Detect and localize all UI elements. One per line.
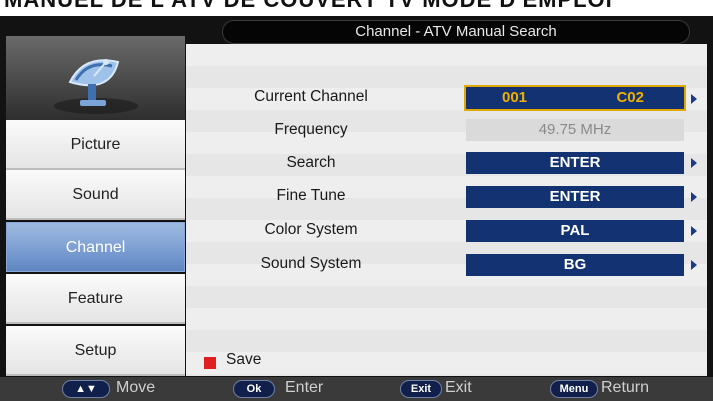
chevron-right-icon bbox=[691, 192, 697, 202]
settings-panel: Current Channel 001 C02 Frequency 49.75 … bbox=[186, 44, 707, 376]
chevron-right-icon bbox=[691, 94, 697, 104]
chevron-right-icon bbox=[691, 226, 697, 236]
frequency-label: Frequency bbox=[274, 121, 348, 138]
top-caption-strip: MANUEL DE L'ATV DE COUVERT TV MODE D'EMP… bbox=[0, 0, 713, 16]
sidebar-item-channel[interactable]: Channel bbox=[6, 222, 185, 272]
current-channel-label: Current Channel bbox=[254, 88, 368, 105]
menu-title: Channel - ATV Manual Search bbox=[222, 20, 690, 44]
channel-code: C02 bbox=[616, 89, 644, 106]
sidebar-item-setup[interactable]: Setup bbox=[6, 326, 185, 376]
chevron-right-icon bbox=[691, 158, 697, 168]
move-label: Move bbox=[116, 379, 156, 396]
search-label: Search bbox=[286, 154, 336, 171]
sidebar: Picture Sound Channel Feature Setup bbox=[6, 36, 185, 376]
enter-label: Enter bbox=[285, 379, 324, 396]
color-system-label: Color System bbox=[264, 221, 358, 238]
fine-tune-button[interactable]: ENTER bbox=[466, 186, 684, 208]
sidebar-item-sound[interactable]: Sound bbox=[6, 170, 185, 220]
key-legend: ▲▼ Move Ok Enter Exit Exit Menu Return bbox=[0, 377, 713, 401]
save-label[interactable]: Save bbox=[226, 351, 261, 369]
exit-label: Exit bbox=[445, 379, 472, 396]
sound-system-select[interactable]: BG bbox=[466, 254, 684, 276]
menu-key-icon: Menu bbox=[550, 380, 598, 398]
fine-tune-label: Fine Tune bbox=[276, 187, 346, 204]
exit-key-icon: Exit bbox=[400, 380, 442, 398]
sound-system-label: Sound System bbox=[260, 255, 362, 272]
sidebar-item-feature[interactable]: Feature bbox=[6, 274, 185, 324]
satellite-dish-icon bbox=[6, 36, 185, 120]
chevron-right-icon bbox=[691, 260, 697, 270]
channel-number: 001 bbox=[502, 89, 528, 106]
frequency-value: 49.75 MHz bbox=[466, 119, 684, 141]
save-red-key-icon bbox=[204, 357, 216, 369]
return-label: Return bbox=[601, 379, 650, 396]
top-caption-text: MANUEL DE L'ATV DE COUVERT TV MODE D'EMP… bbox=[4, 0, 613, 13]
color-system-select[interactable]: PAL bbox=[466, 220, 684, 242]
ok-key-icon: Ok bbox=[233, 380, 275, 398]
current-channel-value[interactable]: 001 C02 bbox=[464, 85, 686, 111]
sidebar-item-picture[interactable]: Picture bbox=[6, 120, 185, 170]
arrows-key-icon: ▲▼ bbox=[62, 380, 110, 398]
search-button[interactable]: ENTER bbox=[466, 152, 684, 174]
